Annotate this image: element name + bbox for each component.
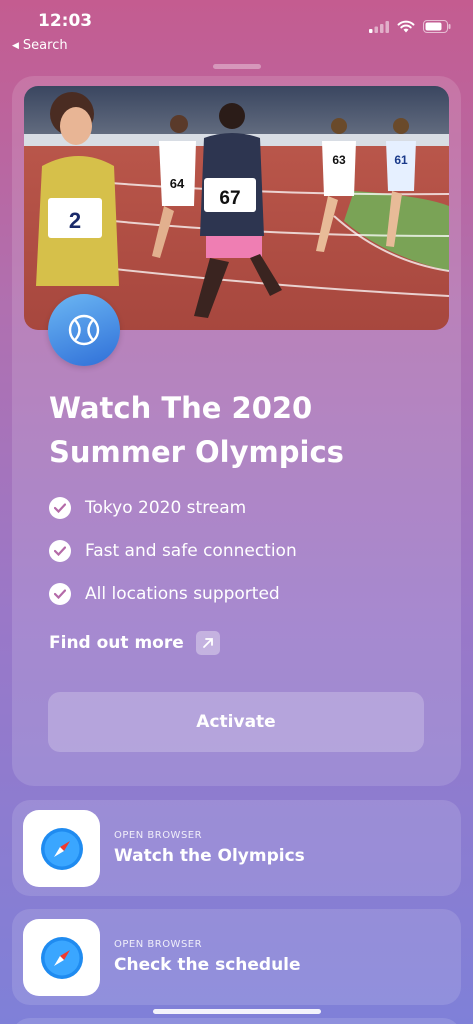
olympics-card: 2 67 64 63 61 Watch The 2020 Summer Olym… [12,76,461,786]
card-title-line2: Summer Olympics [49,435,344,469]
checkmark-icon [49,582,71,605]
bib-63: 63 [332,153,346,167]
bib-64: 64 [170,176,185,191]
checkmark-icon [49,496,71,519]
status-bar: 12:03 ◀ Search [0,0,473,60]
bib-61: 61 [394,153,408,167]
status-time: 12:03 [38,11,93,31]
checkmark-icon [49,539,71,562]
shortcut-label: Watch the Olympics [114,846,305,866]
feature-label: All locations supported [85,583,280,604]
tennis-ball-icon [48,294,120,366]
feature-item: Fast and safe connection [49,529,297,572]
feature-label: Fast and safe connection [85,540,297,561]
signal-icon [369,20,389,33]
shortcut-watch-olympics[interactable]: OPEN BROWSER Watch the Olympics [12,800,461,896]
feature-item: All locations supported [49,572,297,615]
shortcut-kicker: OPEN BROWSER [114,830,203,841]
feature-item: Tokyo 2020 stream [49,486,297,529]
feature-list: Tokyo 2020 stream Fast and safe connecti… [49,486,297,615]
shortcut-label: Check the schedule [114,955,301,975]
safari-icon [23,810,100,887]
find-out-more-label: Find out more [49,633,184,653]
shortcut-kicker: OPEN BROWSER [114,939,203,950]
card-title: Watch The 2020 Summer Olympics [49,386,429,474]
find-out-more-link[interactable]: Find out more [49,631,220,655]
safari-icon [23,919,100,996]
external-link-icon [195,631,220,655]
shortcut-check-schedule[interactable]: OPEN BROWSER Check the schedule [12,909,461,1005]
activate-button[interactable]: Activate [48,692,424,752]
wifi-icon [397,20,415,33]
bib-2: 2 [69,208,81,233]
system-indicators [369,20,451,33]
back-label: Search [22,38,68,53]
back-arrow-icon: ◀ [12,40,19,51]
next-shortcut-peek[interactable] [12,1018,461,1024]
feature-label: Tokyo 2020 stream [85,497,247,518]
home-indicator[interactable] [153,1009,321,1014]
battery-icon [423,20,451,33]
back-to-search[interactable]: ◀ Search [12,38,68,53]
bib-67: 67 [219,188,240,209]
sheet-grabber[interactable] [213,64,261,69]
card-title-line1: Watch The 2020 [49,391,313,425]
